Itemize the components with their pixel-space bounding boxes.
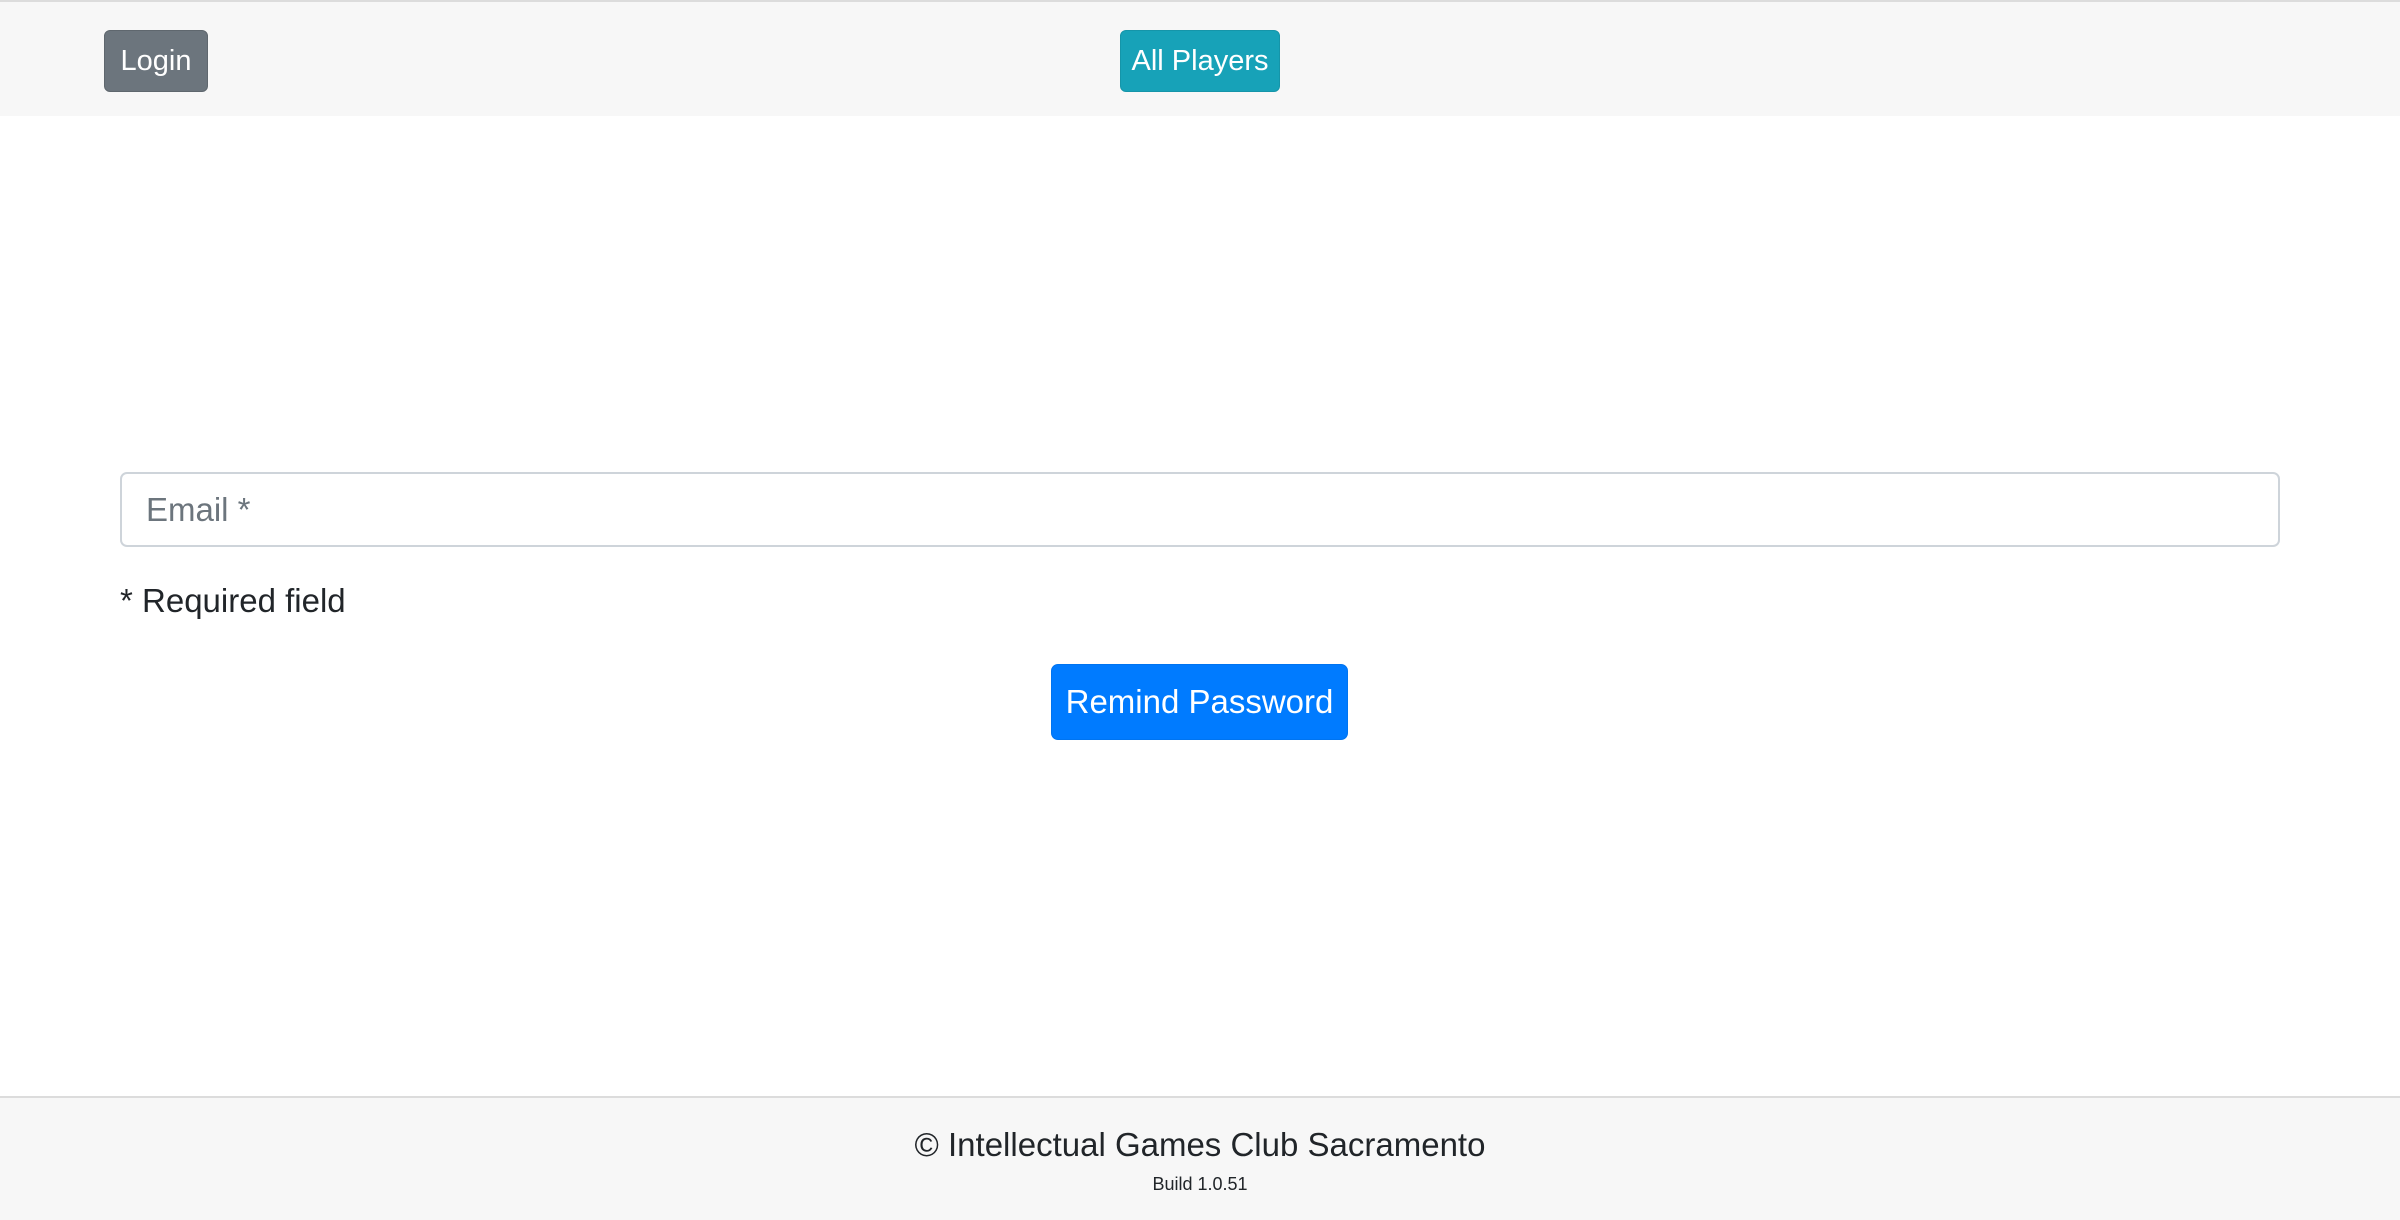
footer-copyright: © Intellectual Games Club Sacramento [914,1126,1486,1163]
page: Login All Players * Required field Remin… [0,0,2400,1220]
required-field-note: * Required field [120,582,346,619]
all-players-button[interactable]: All Players [1120,30,1280,92]
build-version: Build 1.0.51 [1152,1174,1248,1194]
email-field[interactable] [120,472,2280,547]
footer: © Intellectual Games Club Sacramento Bui… [0,1096,2400,1220]
login-button[interactable]: Login [104,30,208,92]
remind-password-button[interactable]: Remind Password [1051,664,1348,740]
top-navbar: Login All Players [0,0,2400,116]
